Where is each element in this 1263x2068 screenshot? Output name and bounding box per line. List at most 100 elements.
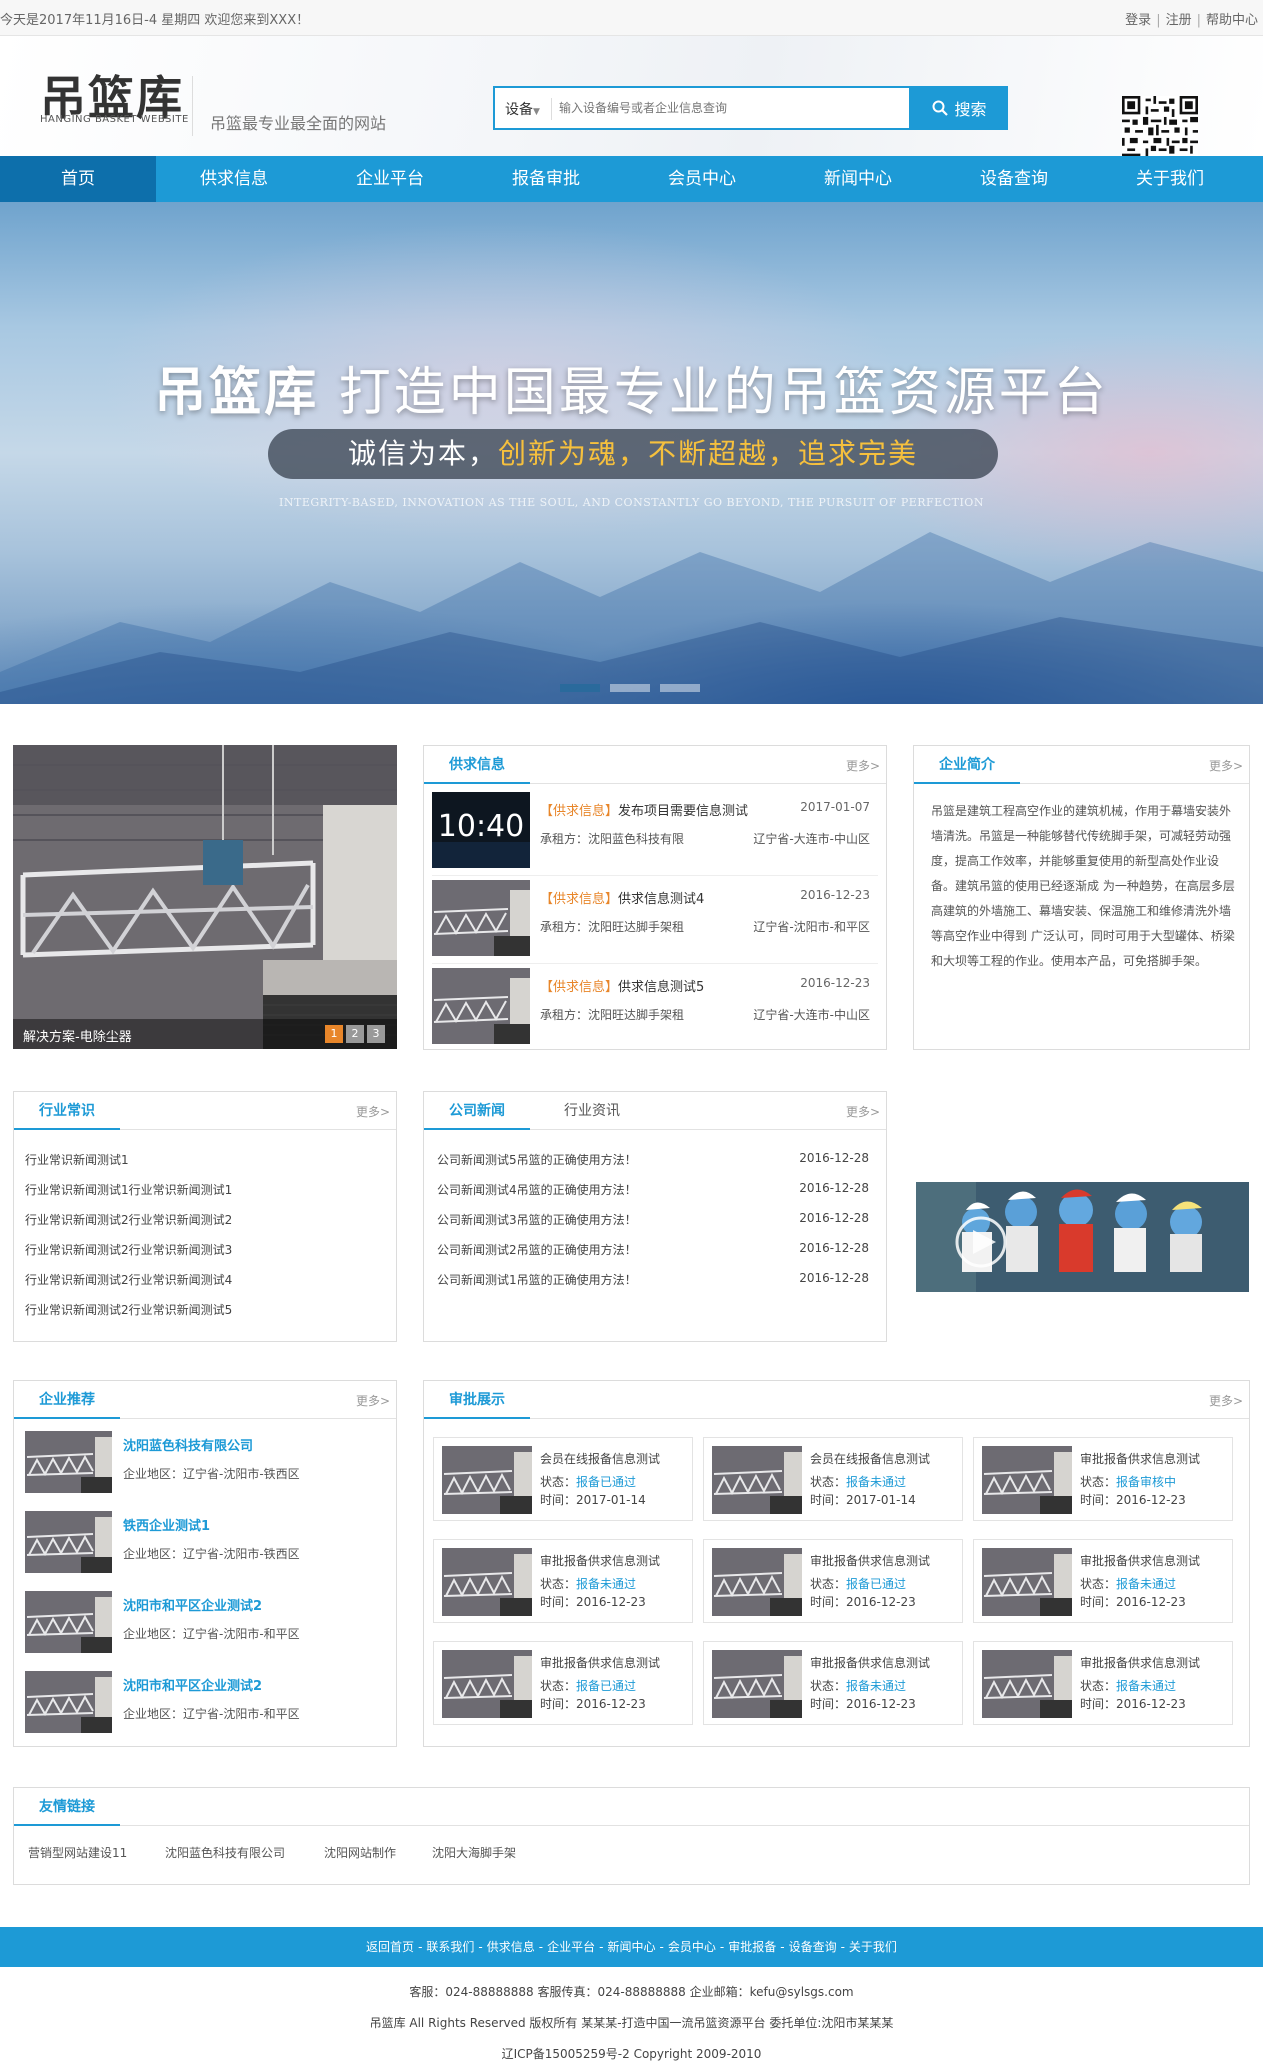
list-item[interactable]: 行业常识新闻测试2行业常识新闻测试5 (25, 1301, 232, 1318)
news-item[interactable]: 公司新闻测试3吊篮的正确使用方法！ 2016-12-28 (437, 1211, 869, 1228)
video-thumbnail[interactable] (916, 1182, 1249, 1292)
footer-nav-link[interactable]: 关于我们 (849, 1940, 897, 1954)
footer-nav: 返回首页 - 联系我们 - 供求信息 - 企业平台 - 新闻中心 - 会员中心 - 审批报备 - 设备查询 -… (0, 1927, 1263, 1967)
news-date: 2016-12-28 (799, 1181, 869, 1195)
search-input[interactable] (559, 96, 889, 120)
help-center-link[interactable]: 帮助中心 (1206, 13, 1258, 28)
footer-nav-link[interactable]: 新闻中心 (607, 1940, 655, 1954)
nav-item-member[interactable]: 会员中心 (624, 156, 780, 202)
supply-item[interactable]: 10:40 【供求信息】发布项目需要信息测试 2017-01-07 承租方：沈阳… (432, 788, 878, 876)
time-prefix: 时间： (1080, 1697, 1117, 1711)
search-button-label: 搜索 (954, 102, 987, 119)
more-link[interactable]: 更多> (846, 757, 880, 774)
nav-item-news[interactable]: 新闻中心 (780, 156, 936, 202)
footer-nav-link[interactable]: 返回首页 (366, 1940, 414, 1954)
login-link[interactable]: 登录 (1125, 13, 1151, 28)
footer-nav-link[interactable]: 会员中心 (668, 1940, 716, 1954)
news-title: 公司新闻测试1吊篮的正确使用方法！ (437, 1273, 637, 1287)
supply-location: 辽宁省-沈阳市-和平区 (753, 920, 870, 934)
news-item[interactable]: 公司新闻测试2吊篮的正确使用方法！ 2016-12-28 (437, 1241, 869, 1258)
register-link[interactable]: 注册 (1166, 13, 1192, 28)
approval-card[interactable]: 审批报备供求信息测试 状态：报备已通过 时间：2016-12-23 (703, 1539, 963, 1623)
motto-part: 不断超越， (648, 437, 799, 470)
solution-slider[interactable]: 解决方案-电除尘器 1 2 3 (13, 745, 397, 1049)
list-item[interactable]: 行业常识新闻测试2行业常识新闻测试3 (25, 1241, 232, 1258)
nav-item-about[interactable]: 关于我们 (1092, 156, 1248, 202)
enterprise-item[interactable]: 沈阳市和平区企业测试2 企业地区：辽宁省-沈阳市-和平区 (25, 1585, 395, 1657)
nav-item-approval[interactable]: 报备审批 (468, 156, 624, 202)
time-prefix: 时间： (540, 1595, 577, 1609)
enterprise-name: 沈阳蓝色科技有限公司 (123, 1439, 254, 1454)
approval-card[interactable]: 审批报备供求信息测试 状态：报备已通过 时间：2016-12-23 (433, 1641, 693, 1725)
enterprise-item[interactable]: 沈阳市和平区企业测试2 企业地区：辽宁省-沈阳市-和平区 (25, 1665, 395, 1737)
friend-link[interactable]: 沈阳大海脚手架 (432, 1844, 516, 1861)
enterprise-item[interactable]: 沈阳蓝色科技有限公司 企业地区：辽宁省-沈阳市-铁西区 (25, 1425, 395, 1497)
footer-nav-link[interactable]: 联系我们 (426, 1940, 474, 1954)
slider-page-button[interactable]: 2 (346, 1025, 364, 1043)
time-prefix: 时间： (540, 1493, 577, 1507)
panel-title: 友情链接 (14, 1788, 120, 1826)
approval-card[interactable]: 审批报备供求信息测试 状态：报备审核中 时间：2016-12-23 (973, 1437, 1233, 1521)
news-title: 公司新闻测试4吊篮的正确使用方法！ (437, 1183, 637, 1197)
approval-card[interactable]: 审批报备供求信息测试 状态：报备未通过 时间：2016-12-23 (433, 1539, 693, 1623)
supply-item[interactable]: 【供求信息】供求信息测试5 2016-12-23 承租方：沈阳旺达脚手架租 辽宁… (432, 964, 878, 1052)
approval-card[interactable]: 会员在线报备信息测试 状态：报备未通过 时间：2017-01-14 (703, 1437, 963, 1521)
news-title: 公司新闻测试3吊篮的正确使用方法！ (437, 1213, 637, 1227)
more-link[interactable]: 更多> (1209, 1392, 1243, 1409)
banner-dot[interactable] (660, 684, 700, 692)
approval-card[interactable]: 会员在线报备信息测试 状态：报备已通过 时间：2017-01-14 (433, 1437, 693, 1521)
gondola-photo (25, 1591, 112, 1653)
time-value: 2016-12-23 (846, 1697, 916, 1711)
slider-page-button[interactable]: 3 (367, 1025, 385, 1043)
more-link[interactable]: 更多> (356, 1103, 390, 1120)
list-item[interactable]: 行业常识新闻测试2行业常识新闻测试4 (25, 1271, 232, 1288)
status-value: 报备未通过 (1116, 1679, 1177, 1693)
nav-item-supply[interactable]: 供求信息 (156, 156, 312, 202)
site-header: 吊篮库 HANGING BASKET WEBSITE 吊篮最专业最全面的网站 设… (0, 36, 1263, 172)
search-button[interactable]: 搜索 (911, 86, 1008, 130)
list-item[interactable]: 行业常识新闻测试1 (25, 1151, 129, 1168)
news-item[interactable]: 公司新闻测试1吊篮的正确使用方法！ 2016-12-28 (437, 1271, 869, 1288)
more-link[interactable]: 更多> (846, 1103, 880, 1120)
nav-item-equipment[interactable]: 设备查询 (936, 156, 1092, 202)
more-link[interactable]: 更多> (1209, 757, 1243, 774)
time-value: 2017-01-14 (576, 1493, 646, 1507)
tab-company-news[interactable]: 公司新闻 (424, 1092, 530, 1130)
search-category-select[interactable]: 设备▼ (505, 99, 540, 119)
nav-item-home[interactable]: 首页 (0, 156, 156, 202)
area-prefix: 企业地区： (123, 1547, 184, 1561)
nav-item-enterprise[interactable]: 企业平台 (312, 156, 468, 202)
time-value: 2016-12-23 (1116, 1697, 1186, 1711)
search-category-label: 设备 (505, 102, 533, 118)
hero-banner[interactable]: 吊篮库 打造中国最专业的吊篮资源平台 诚信为本，创新为魂，不断超越，追求完美 I… (0, 202, 1263, 704)
footer-nav-link[interactable]: 供求信息 (487, 1940, 535, 1954)
slider-page-button[interactable]: 1 (325, 1025, 343, 1043)
approval-card[interactable]: 审批报备供求信息测试 状态：报备未通过 时间：2016-12-23 (973, 1539, 1233, 1623)
banner-brand: 吊篮库 (154, 363, 320, 423)
footer-nav-link[interactable]: 设备查询 (789, 1940, 837, 1954)
supply-item[interactable]: 【供求信息】供求信息测试4 2016-12-23 承租方：沈阳旺达脚手架租 辽宁… (432, 876, 878, 964)
banner-dot[interactable] (560, 684, 600, 692)
enterprise-item[interactable]: 铁西企业测试1 企业地区：辽宁省-沈阳市-铁西区 (25, 1505, 395, 1577)
tab-industry-news[interactable]: 行业资讯 (564, 1092, 620, 1130)
more-link[interactable]: 更多> (356, 1392, 390, 1409)
supply-date: 2016-12-23 (800, 976, 870, 990)
footer-nav-link[interactable]: 企业平台 (547, 1940, 595, 1954)
friend-link[interactable]: 营销型网站建设11 (28, 1844, 127, 1861)
banner-dot[interactable] (610, 684, 650, 692)
area-value: 辽宁省-沈阳市-和平区 (183, 1707, 300, 1721)
approval-thumb (982, 1446, 1072, 1514)
approval-card[interactable]: 审批报备供求信息测试 状态：报备未通过 时间：2016-12-23 (973, 1641, 1233, 1725)
list-item[interactable]: 行业常识新闻测试2行业常识新闻测试2 (25, 1211, 232, 1228)
status-value: 报备已通过 (576, 1679, 637, 1693)
friend-link[interactable]: 沈阳蓝色科技有限公司 (165, 1844, 285, 1861)
footer-nav-link[interactable]: 审批报备 (728, 1940, 776, 1954)
friend-link[interactable]: 沈阳网站制作 (324, 1844, 396, 1861)
gondola-photo (442, 1446, 532, 1514)
news-item[interactable]: 公司新闻测试4吊篮的正确使用方法！ 2016-12-28 (437, 1181, 869, 1198)
news-item[interactable]: 公司新闻测试5吊篮的正确使用方法！ 2016-12-28 (437, 1151, 869, 1168)
approval-card[interactable]: 审批报备供求信息测试 状态：报备未通过 时间：2016-12-23 (703, 1641, 963, 1725)
status-value: 报备已通过 (576, 1475, 637, 1489)
list-item[interactable]: 行业常识新闻测试1行业常识新闻测试1 (25, 1181, 232, 1198)
news-title: 公司新闻测试2吊篮的正确使用方法！ (437, 1243, 637, 1257)
